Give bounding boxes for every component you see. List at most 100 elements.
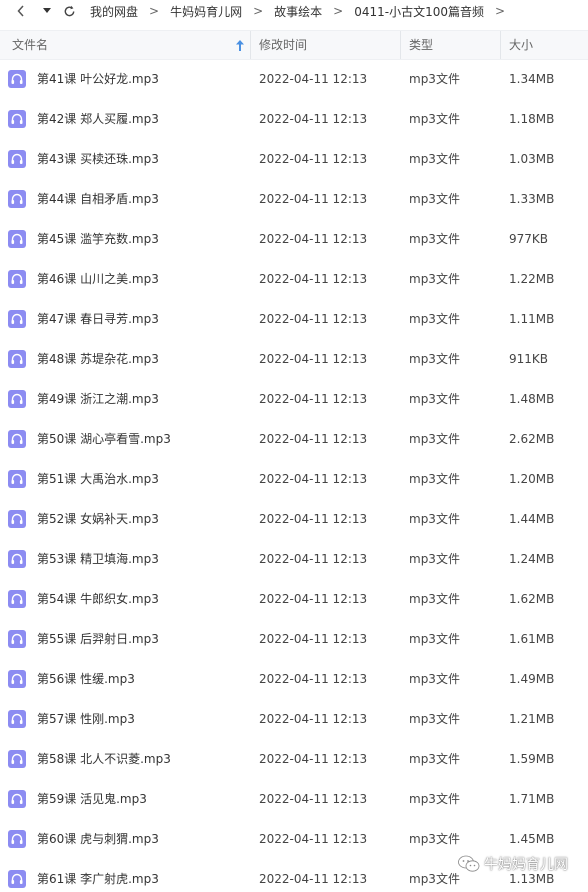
breadcrumb-item-current-folder[interactable]: 0411-小古文100篇音频: [354, 3, 484, 20]
file-modified-time: 2022-04-11 12:13: [259, 72, 368, 86]
file-modified-time: 2022-04-11 12:13: [259, 232, 368, 246]
file-size: 1.21MB: [509, 712, 555, 726]
file-row[interactable]: 第57课 性刚.mp3 2022-04-11 12:13 mp3文件 1.21MB: [0, 700, 588, 740]
audio-file-icon: [8, 350, 26, 368]
file-name[interactable]: 第44课 自相矛盾.mp3: [37, 180, 159, 218]
file-row[interactable]: 第56课 性缓.mp3 2022-04-11 12:13 mp3文件 1.49MB: [0, 660, 588, 700]
file-row[interactable]: 第58课 北人不识菱.mp3 2022-04-11 12:13 mp3文件 1.59M…: [0, 740, 588, 780]
file-name[interactable]: 第53课 精卫填海.mp3: [37, 540, 159, 578]
file-row[interactable]: 第53课 精卫填海.mp3 2022-04-11 12:13 mp3文件 1.24MB: [0, 540, 588, 580]
audio-file-icon: [8, 390, 26, 408]
file-type: mp3文件: [409, 352, 460, 366]
breadcrumb-item-site-folder[interactable]: 牛妈妈育儿网: [170, 3, 242, 20]
file-name[interactable]: 第51课 大禹治水.mp3: [37, 460, 159, 498]
audio-file-icon: [8, 70, 26, 88]
file-row[interactable]: 第44课 自相矛盾.mp3 2022-04-11 12:13 mp3文件 1.33MB: [0, 180, 588, 220]
audio-file-icon: [8, 110, 26, 128]
file-modified-time: 2022-04-11 12:13: [259, 272, 368, 286]
file-size: 1.18MB: [509, 112, 555, 126]
file-name[interactable]: 第42课 郑人买履.mp3: [37, 100, 159, 138]
file-modified-time: 2022-04-11 12:13: [259, 872, 368, 886]
file-size: 1.49MB: [509, 672, 555, 686]
audio-file-icon: [8, 150, 26, 168]
breadcrumb-separator: >: [495, 4, 506, 18]
file-size: 1.71MB: [509, 792, 555, 806]
file-type: mp3文件: [409, 552, 460, 566]
file-row[interactable]: 第48课 苏堤杂花.mp3 2022-04-11 12:13 mp3文件 911KB: [0, 340, 588, 380]
audio-file-icon: [8, 190, 26, 208]
file-name[interactable]: 第57课 性刚.mp3: [37, 700, 135, 738]
audio-file-icon: [8, 790, 26, 808]
file-type: mp3文件: [409, 512, 460, 526]
column-header-name[interactable]: 文件名: [12, 31, 48, 59]
file-modified-time: 2022-04-11 12:13: [259, 312, 368, 326]
file-name[interactable]: 第45课 滥竽充数.mp3: [37, 220, 159, 258]
file-row[interactable]: 第42课 郑人买履.mp3 2022-04-11 12:13 mp3文件 1.18MB: [0, 100, 588, 140]
file-row[interactable]: 第47课 春日寻芳.mp3 2022-04-11 12:13 mp3文件 1.11MB: [0, 300, 588, 340]
caret-down-icon: [43, 8, 51, 13]
breadcrumb-item-my-drive[interactable]: 我的网盘: [90, 3, 138, 20]
audio-file-icon: [8, 670, 26, 688]
file-type: mp3文件: [409, 672, 460, 686]
file-type: mp3文件: [409, 232, 460, 246]
file-name[interactable]: 第46课 山川之美.mp3: [37, 260, 159, 298]
file-name[interactable]: 第48课 苏堤杂花.mp3: [37, 340, 159, 378]
audio-file-icon: [8, 430, 26, 448]
file-name[interactable]: 第47课 春日寻芳.mp3: [37, 300, 159, 338]
file-row[interactable]: 第43课 买椟还珠.mp3 2022-04-11 12:13 mp3文件 1.03MB: [0, 140, 588, 180]
file-name[interactable]: 第60课 虎与刺猬.mp3: [37, 820, 159, 858]
history-dropdown-button[interactable]: [38, 0, 56, 22]
column-divider[interactable]: [500, 31, 501, 59]
column-divider[interactable]: [400, 31, 401, 59]
file-name[interactable]: 第56课 性缓.mp3: [37, 660, 135, 698]
audio-file-icon: [8, 550, 26, 568]
file-row[interactable]: 第50课 湖心亭看雪.mp3 2022-04-11 12:13 mp3文件 2.62M…: [0, 420, 588, 460]
file-type: mp3文件: [409, 432, 460, 446]
audio-file-icon: [8, 830, 26, 848]
file-modified-time: 2022-04-11 12:13: [259, 552, 368, 566]
file-name[interactable]: 第55课 后羿射日.mp3: [37, 620, 159, 658]
file-row[interactable]: 第55课 后羿射日.mp3 2022-04-11 12:13 mp3文件 1.61MB: [0, 620, 588, 660]
file-name[interactable]: 第43课 买椟还珠.mp3: [37, 140, 159, 178]
file-size: 1.44MB: [509, 512, 555, 526]
file-row[interactable]: 第59课 活见鬼.mp3 2022-04-11 12:13 mp3文件 1.71MB: [0, 780, 588, 820]
file-name[interactable]: 第41课 叶公好龙.mp3: [37, 60, 159, 98]
column-header-modified[interactable]: 修改时间: [259, 31, 307, 59]
file-modified-time: 2022-04-11 12:13: [259, 512, 368, 526]
chevron-left-icon: [17, 5, 24, 17]
file-row[interactable]: 第45课 滥竽充数.mp3 2022-04-11 12:13 mp3文件 977KB: [0, 220, 588, 260]
file-modified-time: 2022-04-11 12:13: [259, 352, 368, 366]
file-name[interactable]: 第61课 李广射虎.mp3: [37, 860, 159, 892]
file-name[interactable]: 第50课 湖心亭看雪.mp3: [37, 420, 171, 458]
refresh-button[interactable]: [60, 0, 78, 22]
file-row[interactable]: 第41课 叶公好龙.mp3 2022-04-11 12:13 mp3文件 1.34MB: [0, 60, 588, 100]
file-name[interactable]: 第59课 活见鬼.mp3: [37, 780, 147, 818]
file-modified-time: 2022-04-11 12:13: [259, 112, 368, 126]
column-divider[interactable]: [250, 31, 251, 59]
file-name[interactable]: 第49课 浙江之潮.mp3: [37, 380, 159, 418]
file-size: 1.33MB: [509, 192, 555, 206]
wechat-icon: [458, 855, 480, 872]
sort-up-arrow-icon[interactable]: [236, 40, 244, 51]
file-modified-time: 2022-04-11 12:13: [259, 832, 368, 846]
file-size: 1.03MB: [509, 152, 555, 166]
file-row[interactable]: 第51课 大禹治水.mp3 2022-04-11 12:13 mp3文件 1.20MB: [0, 460, 588, 500]
back-button[interactable]: [12, 0, 30, 22]
file-row[interactable]: 第52课 女娲补天.mp3 2022-04-11 12:13 mp3文件 1.44MB: [0, 500, 588, 540]
file-name[interactable]: 第54课 牛郎织女.mp3: [37, 580, 159, 618]
breadcrumb-item-stories-folder[interactable]: 故事绘本: [274, 3, 322, 20]
file-modified-time: 2022-04-11 12:13: [259, 752, 368, 766]
file-row[interactable]: 第49课 浙江之潮.mp3 2022-04-11 12:13 mp3文件 1.48MB: [0, 380, 588, 420]
audio-file-icon: [8, 870, 26, 888]
file-size: 911KB: [509, 352, 549, 366]
file-name[interactable]: 第52课 女娲补天.mp3: [37, 500, 159, 538]
refresh-icon: [64, 5, 74, 16]
file-name[interactable]: 第58课 北人不识菱.mp3: [37, 740, 171, 778]
file-size: 2.62MB: [509, 432, 555, 446]
file-row[interactable]: 第54课 牛郎织女.mp3 2022-04-11 12:13 mp3文件 1.62MB: [0, 580, 588, 620]
file-row[interactable]: 第46课 山川之美.mp3 2022-04-11 12:13 mp3文件 1.22MB: [0, 260, 588, 300]
column-header-size[interactable]: 大小: [509, 31, 533, 59]
breadcrumb-separator: >: [333, 4, 344, 18]
file-modified-time: 2022-04-11 12:13: [259, 792, 368, 806]
column-header-type[interactable]: 类型: [409, 31, 433, 59]
